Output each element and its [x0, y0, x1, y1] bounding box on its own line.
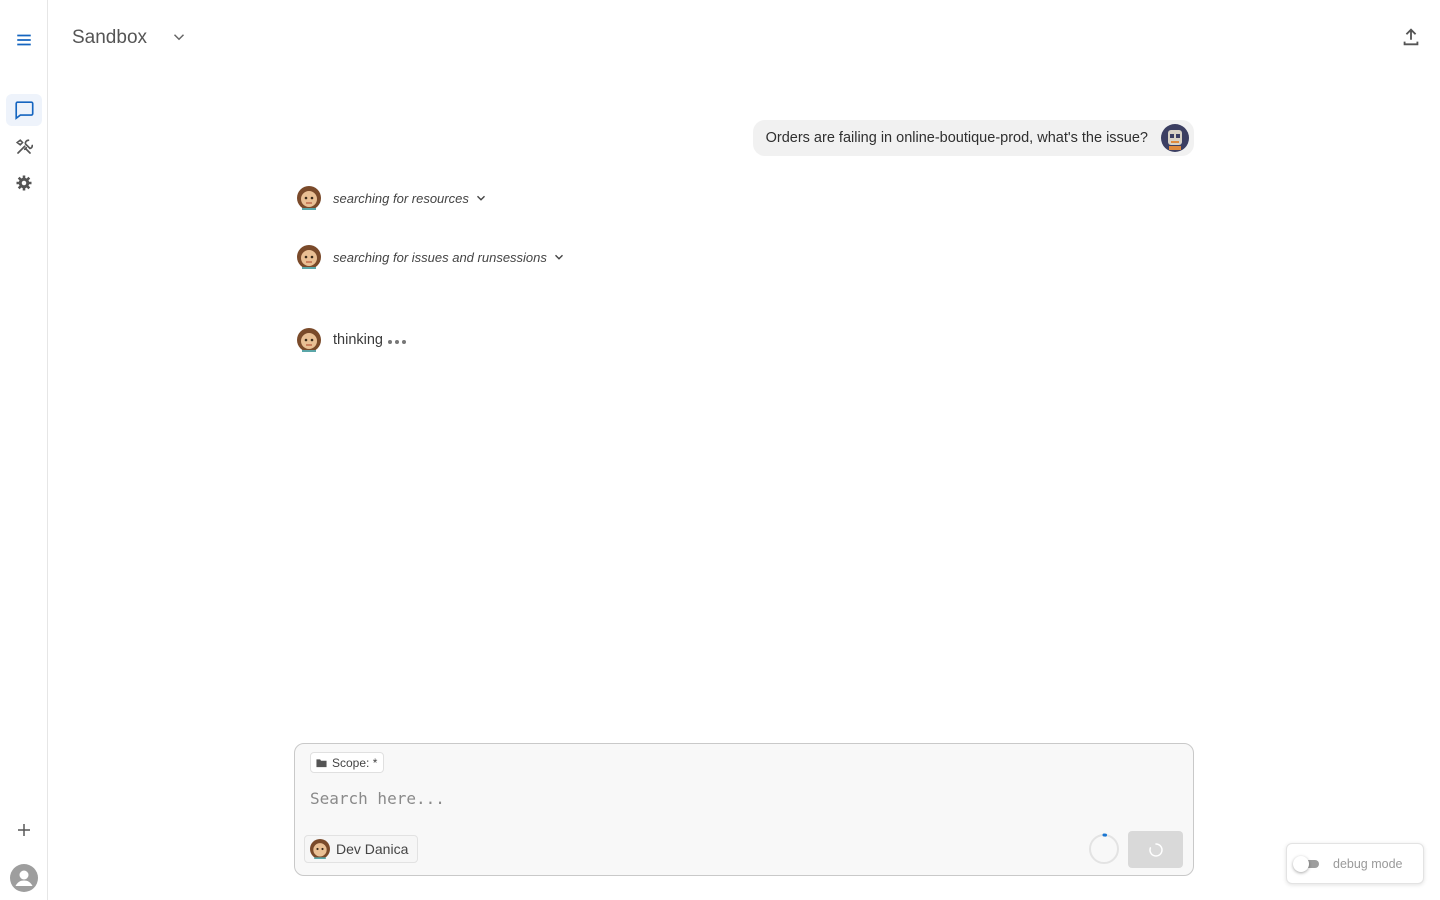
- top-bar: Sandbox: [48, 0, 1440, 76]
- debug-mode-label: debug mode: [1333, 856, 1403, 871]
- workspace-title[interactable]: Sandbox: [72, 27, 147, 49]
- chat-icon: [15, 101, 34, 120]
- plus-icon: [18, 824, 30, 836]
- step-label: searching for issues and runsessions: [333, 249, 547, 265]
- search-input[interactable]: [310, 784, 1070, 812]
- menu-button[interactable]: [6, 24, 42, 56]
- spinner-icon: [1148, 842, 1163, 857]
- persona-avatar: [310, 839, 330, 859]
- chevron-down-icon[interactable]: [170, 28, 188, 46]
- account-icon: [10, 864, 38, 892]
- loading-spinner-icon: [1089, 833, 1119, 864]
- step-searching-resources[interactable]: searching for resources: [297, 186, 488, 210]
- folder-icon: [316, 758, 327, 767]
- step-label: searching for resources: [333, 190, 469, 206]
- persona-selector[interactable]: Dev Danica: [304, 835, 419, 863]
- new-chat-button[interactable]: [6, 814, 42, 846]
- send-button[interactable]: [1128, 831, 1183, 868]
- menu-icon: [17, 34, 31, 46]
- persona-name: Dev Danica: [336, 841, 409, 857]
- nav-chat[interactable]: [6, 94, 42, 126]
- user-message-text: Orders are failing in online-boutique-pr…: [765, 130, 1148, 146]
- user-message: Orders are failing in online-boutique-pr…: [752, 120, 1194, 156]
- user-avatar: [1161, 124, 1189, 152]
- debug-mode-toggle[interactable]: [1293, 855, 1321, 872]
- assistant-avatar: [297, 186, 321, 210]
- chevron-down-icon[interactable]: [552, 250, 566, 264]
- nav-settings[interactable]: [6, 167, 42, 199]
- composer: Scope: * Dev Danica: [294, 743, 1194, 876]
- chevron-down-icon[interactable]: [474, 191, 488, 205]
- assistant-avatar: [297, 245, 321, 269]
- tools-icon: [15, 139, 33, 154]
- debug-mode-panel: debug mode: [1286, 843, 1424, 884]
- thinking-indicator: thinking: [297, 328, 406, 352]
- upload-icon[interactable]: [1400, 26, 1422, 48]
- assistant-avatar: [297, 328, 321, 352]
- account-button[interactable]: [6, 862, 42, 894]
- thinking-label: thinking: [333, 332, 383, 348]
- gear-icon: [16, 175, 32, 191]
- left-rail: [0, 0, 48, 900]
- typing-dots-icon: [387, 340, 406, 344]
- step-searching-issues[interactable]: searching for issues and runsessions: [297, 245, 566, 269]
- nav-tools[interactable]: [6, 131, 42, 163]
- scope-label: Scope: *: [332, 755, 378, 770]
- scope-chip[interactable]: Scope: *: [310, 752, 385, 773]
